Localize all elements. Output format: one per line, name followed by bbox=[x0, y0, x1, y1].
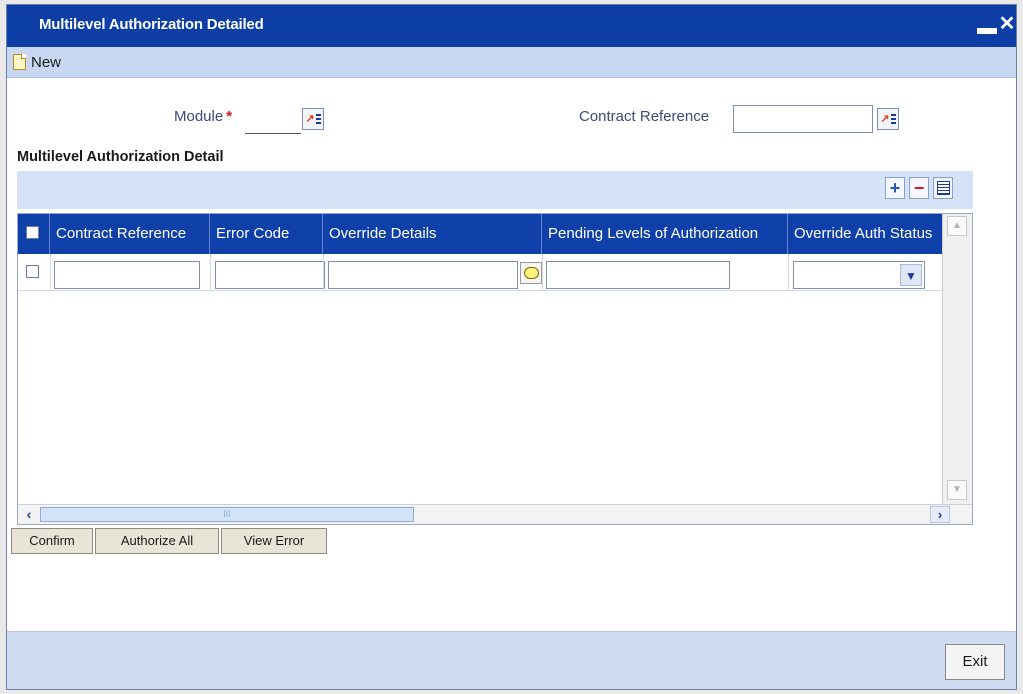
authorize-all-button[interactable]: Authorize All bbox=[95, 528, 219, 554]
cell-divider bbox=[210, 254, 211, 290]
vertical-scrollbar[interactable]: ▲ ▼ bbox=[942, 214, 972, 504]
single-record-view-button[interactable] bbox=[933, 177, 953, 199]
select-all-checkbox[interactable] bbox=[26, 226, 39, 239]
column-header-contract-reference[interactable]: Contract Reference bbox=[50, 214, 210, 254]
grid-toolbar: + − bbox=[17, 171, 973, 209]
list-of-values-icon: ↗ bbox=[305, 113, 315, 125]
horizontal-scroll-thumb[interactable]: III bbox=[40, 507, 414, 522]
new-button[interactable]: New bbox=[13, 52, 61, 72]
column-header-override-auth-status[interactable]: Override Auth Status bbox=[788, 214, 942, 254]
cell-divider bbox=[542, 254, 543, 290]
toolbar: New bbox=[7, 47, 1016, 78]
module-label: Module * bbox=[174, 108, 232, 125]
horizontal-scrollbar[interactable]: ‹ III › bbox=[18, 504, 972, 524]
list-lines bbox=[890, 114, 896, 124]
contract-reference-input[interactable] bbox=[733, 105, 873, 133]
contract-reference-label: Contract Reference bbox=[579, 108, 710, 125]
override-auth-status-select[interactable]: ▼ bbox=[793, 261, 925, 289]
footer-bar: Exit bbox=[7, 631, 1016, 689]
required-marker: * bbox=[226, 108, 233, 125]
grid-header: Contract Reference Error Code Override D… bbox=[18, 214, 942, 254]
table-row: ▼ bbox=[18, 254, 942, 291]
override-details-message-button[interactable] bbox=[520, 262, 542, 284]
confirm-button[interactable]: Confirm bbox=[11, 528, 93, 554]
add-row-icon: + bbox=[889, 178, 901, 198]
override-details-cell-input[interactable] bbox=[328, 261, 518, 289]
scroll-up-icon[interactable]: ▲ bbox=[947, 216, 967, 236]
cell-divider bbox=[323, 254, 324, 290]
column-header-override-details[interactable]: Override Details bbox=[323, 214, 542, 254]
title-bar: Multilevel Authorization Detailed ▬ ✕ bbox=[7, 5, 1016, 47]
new-document-icon bbox=[13, 54, 26, 70]
multilevel-authorization-window: Multilevel Authorization Detailed ▬ ✕ Ne… bbox=[6, 4, 1017, 690]
select-all-header bbox=[18, 214, 50, 254]
section-title: Multilevel Authorization Detail bbox=[17, 149, 224, 165]
view-error-button[interactable]: View Error bbox=[221, 528, 327, 554]
pending-levels-cell-input[interactable] bbox=[546, 261, 730, 289]
single-record-view-icon bbox=[936, 181, 950, 195]
minimize-button[interactable]: ▬ bbox=[977, 15, 997, 41]
scroll-down-icon[interactable]: ▼ bbox=[947, 480, 967, 500]
column-header-error-code[interactable]: Error Code bbox=[210, 214, 323, 254]
exit-button[interactable]: Exit bbox=[945, 644, 1005, 680]
scroll-right-icon[interactable]: › bbox=[930, 506, 950, 523]
row-checkbox[interactable] bbox=[26, 265, 39, 278]
cell-divider bbox=[788, 254, 789, 290]
error-code-cell-input[interactable] bbox=[215, 261, 325, 289]
cell-divider bbox=[50, 254, 51, 290]
list-lines bbox=[315, 114, 321, 124]
contract-reference-lov-button[interactable]: ↗ bbox=[877, 108, 899, 130]
contract-reference-cell-input[interactable] bbox=[54, 261, 200, 289]
new-button-label: New bbox=[31, 53, 62, 71]
authorization-grid: Contract Reference Error Code Override D… bbox=[17, 213, 973, 525]
add-row-button[interactable]: + bbox=[885, 177, 905, 199]
window-title: Multilevel Authorization Detailed bbox=[39, 16, 264, 33]
delete-row-icon: − bbox=[913, 178, 925, 198]
scroll-left-icon[interactable]: ‹ bbox=[20, 506, 38, 523]
module-lov-button[interactable]: ↗ bbox=[302, 108, 324, 130]
close-button[interactable]: ✕ bbox=[997, 11, 1016, 37]
chevron-down-icon: ▼ bbox=[900, 264, 922, 286]
column-header-pending-levels[interactable]: Pending Levels of Authorization bbox=[542, 214, 788, 254]
delete-row-button[interactable]: − bbox=[909, 177, 929, 199]
module-label-text: Module bbox=[174, 108, 224, 125]
list-of-values-icon: ↗ bbox=[880, 113, 890, 125]
module-input[interactable] bbox=[245, 107, 301, 134]
speech-bubble-icon bbox=[523, 267, 539, 279]
